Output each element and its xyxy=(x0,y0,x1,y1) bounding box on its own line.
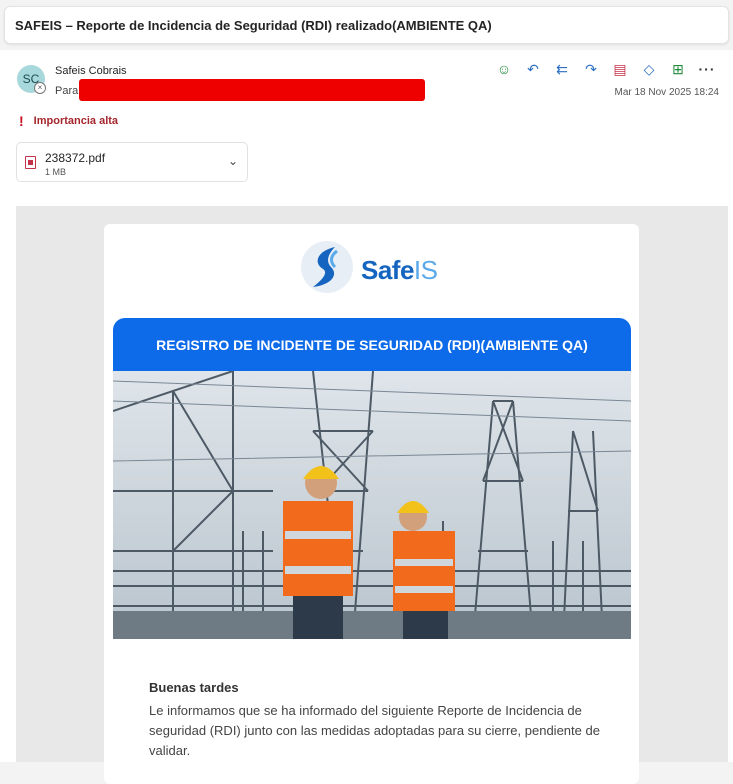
reply-icon[interactable]: ↶ xyxy=(521,59,545,79)
email-banner-title: REGISTRO DE INCIDENTE DE SEGURIDAD (RDI)… xyxy=(113,318,631,372)
attachment-name: 238372.pdf xyxy=(45,151,106,165)
email-card: SafeIS REGISTRO DE INCIDENTE DE SEGURIDA… xyxy=(104,224,639,784)
chevron-down-icon[interactable]: ⌄ xyxy=(228,154,238,168)
email-body-background: SafeIS REGISTRO DE INCIDENTE DE SEGURIDA… xyxy=(16,206,728,784)
message-toolbar: ☺ ↶ ⇇ ↷ ▤ ◇ ⊞ ··· xyxy=(492,59,719,79)
recipient-redacted xyxy=(79,79,425,101)
to-label: Para: xyxy=(55,85,82,97)
report-icon[interactable]: ▤ xyxy=(608,59,632,79)
apps-icon[interactable]: ⊞ xyxy=(666,59,690,79)
emoji-icon[interactable]: ☺ xyxy=(492,59,516,79)
importance-label: Importancia alta xyxy=(33,115,119,127)
email-subject: SAFEIS – Reporte de Incidencia de Seguri… xyxy=(4,6,729,44)
sent-date: Mar 18 Nov 2025 18:24 xyxy=(614,87,719,98)
reply-all-icon[interactable]: ⇇ xyxy=(550,59,574,79)
tag-icon[interactable]: ◇ xyxy=(637,59,661,79)
hero-image-workers xyxy=(113,371,631,639)
body-paragraph: Le informamos que se ha informado del si… xyxy=(149,703,600,758)
greeting-text: Buenas tardes xyxy=(149,680,239,695)
forward-icon[interactable]: ↷ xyxy=(579,59,603,79)
high-importance-icon: ! xyxy=(19,113,24,129)
presence-offline-icon: × xyxy=(34,82,46,94)
more-icon[interactable]: ··· xyxy=(695,59,719,79)
importance-banner: ! Importancia alta xyxy=(19,113,118,129)
attachment-card[interactable]: 238372.pdf 1 MB ⌄ xyxy=(16,142,248,182)
reading-pane: SC × Safeis Cobrais Para: ☺ ↶ ⇇ ↷ ▤ ◇ ⊞ … xyxy=(0,50,733,784)
attachment-size: 1 MB xyxy=(45,167,67,177)
pdf-file-icon xyxy=(25,156,36,169)
logo-wordmark: SafeIS xyxy=(361,255,438,285)
sender-name[interactable]: Safeis Cobrais xyxy=(55,65,127,77)
